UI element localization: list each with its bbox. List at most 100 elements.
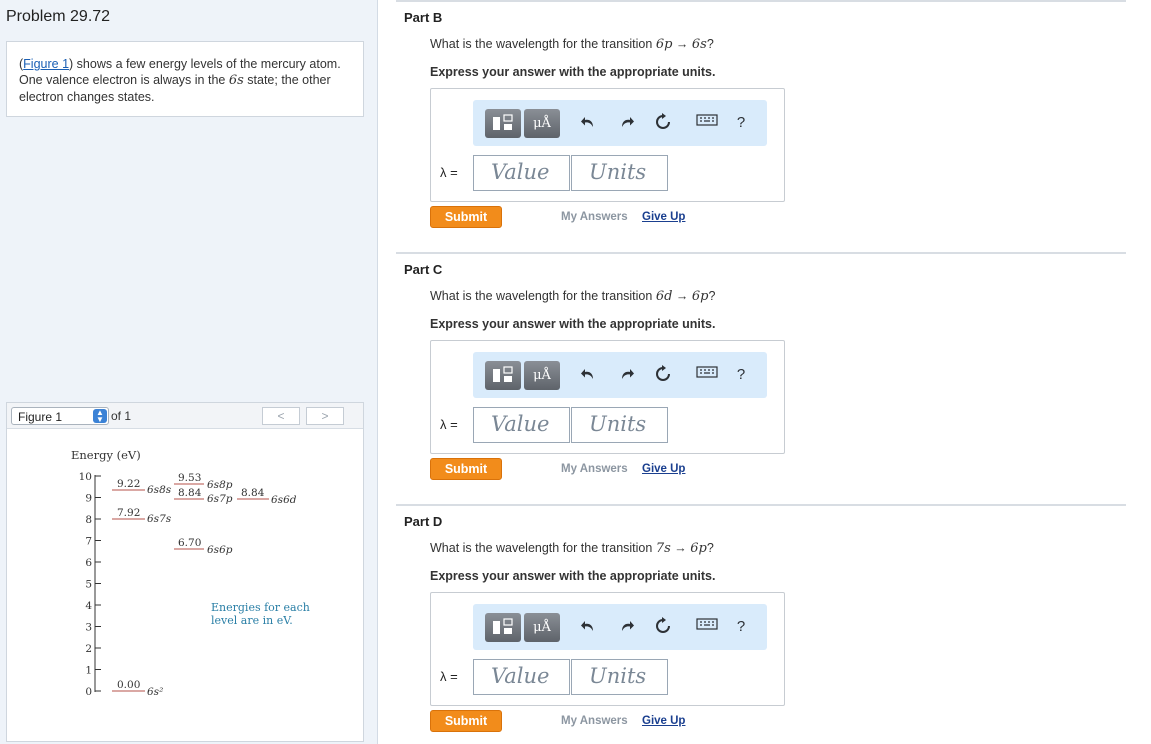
lambda-label: λ =	[440, 165, 458, 180]
fraction-template-icon	[493, 366, 513, 382]
part-question: What is the wavelength for the transitio…	[430, 37, 714, 52]
y-tick-label: 1	[85, 665, 92, 677]
question-suffix: ?	[708, 289, 716, 303]
level-label-6s2: 6s²	[147, 686, 163, 698]
submit-button[interactable]: Submit	[430, 710, 502, 732]
y-tick-label: 7	[85, 536, 92, 548]
figure-link[interactable]: Figure 1	[23, 57, 69, 71]
keyboard-icon[interactable]	[695, 365, 719, 385]
keyboard-icon[interactable]	[695, 113, 719, 133]
select-arrows-icon: ▲ ▼	[93, 409, 107, 424]
level-label-6s7p: 6s7p	[207, 493, 233, 505]
part-question: What is the wavelength for the transitio…	[430, 541, 714, 556]
redo-icon[interactable]	[616, 365, 636, 385]
energy-level-diagram: Energy (eV) 109876543210 9.22 6s8s 7.92 …	[71, 448, 310, 698]
help-button[interactable]: ?	[731, 113, 751, 133]
value-input[interactable]: Value	[473, 659, 570, 695]
redo-icon[interactable]	[616, 617, 636, 637]
figure-prev-button[interactable]: <	[262, 407, 300, 425]
figure-next-button[interactable]: >	[306, 407, 344, 425]
transition-from: 6p	[655, 37, 673, 52]
level-value-6s6d: 8.84	[241, 487, 265, 499]
my-answers-link[interactable]: My Answers	[561, 211, 628, 223]
units-input[interactable]: Units	[571, 659, 668, 695]
chevron-right-icon: >	[321, 409, 329, 423]
question-suffix: ?	[706, 37, 714, 51]
intro-state: 6s	[228, 73, 244, 88]
keyboard-icon[interactable]	[695, 617, 719, 637]
submit-button[interactable]: Submit	[430, 458, 502, 480]
answer-box: μÅ ? λ = Value Units	[430, 340, 785, 454]
level-value-6s6p: 6.70	[178, 537, 201, 549]
give-up-link[interactable]: Give Up	[642, 463, 685, 475]
part-title: Part C	[404, 262, 443, 277]
y-tick-label: 3	[85, 622, 92, 634]
reset-icon[interactable]	[653, 617, 673, 637]
fraction-template-icon	[493, 114, 513, 130]
energy-note-line1: Energies for each	[211, 601, 310, 614]
undo-icon[interactable]	[579, 617, 599, 637]
templates-button[interactable]	[485, 361, 521, 390]
transition-arrow: →	[675, 289, 689, 303]
question-prefix: What is the wavelength for the transitio…	[430, 541, 656, 555]
level-value-6s8p: 9.53	[178, 472, 201, 484]
redo-icon[interactable]	[616, 113, 636, 133]
y-axis-title: Energy (eV)	[71, 448, 141, 462]
lambda-label: λ =	[440, 417, 458, 432]
transition-arrow: →	[675, 37, 689, 51]
transition-to: 6s	[691, 37, 707, 52]
y-axis-ticks: 109876543210	[79, 471, 101, 698]
level-label-6s6d: 6s6d	[271, 494, 297, 506]
part-instruction: Express your answer with the appropriate…	[430, 569, 716, 583]
give-up-link[interactable]: Give Up	[642, 211, 685, 223]
y-tick-label: 2	[85, 643, 92, 655]
y-tick-label: 5	[85, 579, 92, 591]
reset-icon[interactable]	[653, 365, 673, 385]
y-tick-label: 6	[85, 557, 92, 569]
math-toolbar: μÅ ?	[473, 604, 767, 650]
answer-box: μÅ ? λ = Value Units	[430, 592, 785, 706]
units-button[interactable]: μÅ	[524, 613, 560, 642]
units-input[interactable]: Units	[571, 155, 668, 191]
figure-select[interactable]: Figure 1 ▲ ▼	[11, 407, 109, 425]
units-button[interactable]: μÅ	[524, 361, 560, 390]
y-tick-label: 9	[85, 493, 92, 505]
part-question: What is the wavelength for the transitio…	[430, 289, 715, 304]
templates-button[interactable]	[485, 109, 521, 138]
question-prefix: What is the wavelength for the transitio…	[430, 37, 656, 51]
part-title: Part B	[404, 10, 443, 25]
math-toolbar: μÅ ?	[473, 100, 767, 146]
part-divider	[396, 252, 1126, 254]
value-input[interactable]: Value	[473, 407, 570, 443]
help-button[interactable]: ?	[731, 617, 751, 637]
lambda-label: λ =	[440, 669, 458, 684]
y-tick-label: 4	[85, 600, 92, 612]
question-prefix: What is the wavelength for the transitio…	[430, 289, 656, 303]
y-tick-label: 8	[85, 514, 92, 526]
figure-count: of 1	[111, 409, 132, 423]
level-label-6s7s: 6s7s	[147, 513, 172, 525]
level-value-6s7p: 8.84	[178, 487, 202, 499]
undo-icon[interactable]	[579, 113, 599, 133]
problem-intro: (Figure 1) shows a few energy levels of …	[6, 41, 364, 117]
figure-select-value: Figure 1	[18, 410, 63, 424]
submit-button[interactable]: Submit	[430, 206, 502, 228]
value-input[interactable]: Value	[473, 155, 570, 191]
my-answers-link[interactable]: My Answers	[561, 715, 628, 727]
give-up-link[interactable]: Give Up	[642, 715, 685, 727]
help-button[interactable]: ?	[731, 365, 751, 385]
part-divider	[396, 0, 1126, 2]
reset-icon[interactable]	[653, 113, 673, 133]
level-label-6s8p: 6s8p	[207, 479, 233, 491]
fraction-template-icon	[493, 618, 513, 634]
math-toolbar: μÅ ?	[473, 352, 767, 398]
units-input[interactable]: Units	[571, 407, 668, 443]
transition-arrow: →	[674, 541, 687, 555]
level-value-6s7s: 7.92	[117, 507, 140, 519]
my-answers-link[interactable]: My Answers	[561, 463, 628, 475]
units-button[interactable]: μÅ	[524, 109, 560, 138]
transition-to: 6p	[690, 541, 707, 556]
templates-button[interactable]	[485, 613, 521, 642]
figure-toolbar: Figure 1 ▲ ▼ of 1 < >	[7, 403, 363, 429]
undo-icon[interactable]	[579, 365, 599, 385]
